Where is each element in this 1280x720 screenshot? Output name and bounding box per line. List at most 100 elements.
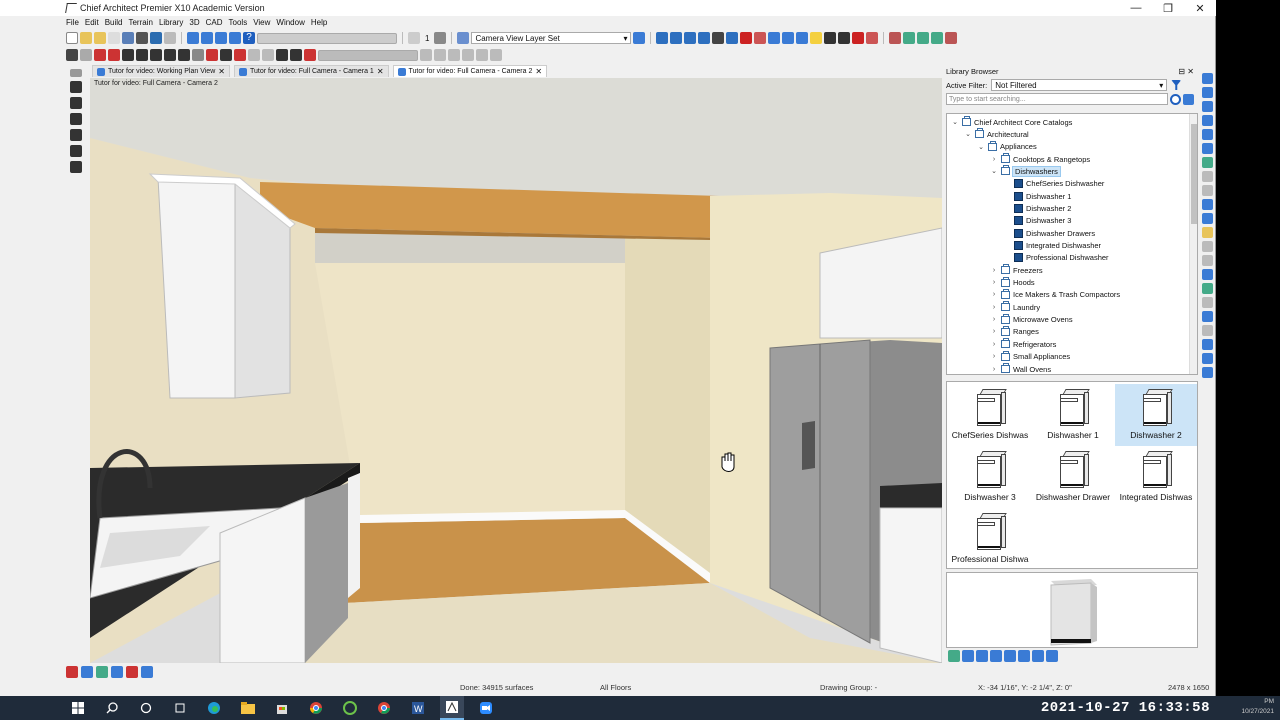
close-file-icon[interactable] <box>108 32 120 44</box>
box-icon[interactable] <box>490 49 502 61</box>
help-icon[interactable]: ? <box>243 32 255 44</box>
paint-icon[interactable] <box>838 32 851 44</box>
open-recent-icon[interactable] <box>94 32 106 44</box>
move-camera-icon[interactable] <box>712 32 725 44</box>
overview-mode-icon[interactable] <box>1201 353 1213 364</box>
library-preview-item[interactable]: Dishwasher 1 <box>1032 384 1114 446</box>
menu-view[interactable]: View <box>253 18 270 27</box>
library-preview-item[interactable]: Dishwasher Drawer <box>1032 446 1114 508</box>
tilt-icon[interactable] <box>1201 157 1213 168</box>
chevron-right-icon[interactable]: › <box>990 267 998 274</box>
app-green-icon[interactable] <box>338 696 362 720</box>
search-icon[interactable] <box>1170 93 1181 105</box>
windows-start-icon[interactable] <box>66 696 90 720</box>
menu-help[interactable]: Help <box>311 18 327 27</box>
tree-item[interactable]: › Microwave Ovens <box>990 313 1073 326</box>
zoom-app-icon[interactable] <box>474 696 498 720</box>
open-object-icon[interactable] <box>976 650 988 662</box>
zoom-box-icon[interactable] <box>1201 101 1213 112</box>
material-painter-icon[interactable] <box>852 32 865 44</box>
reshape-tool-icon[interactable] <box>70 161 82 173</box>
save-icon[interactable] <box>122 32 134 44</box>
menu-cad[interactable]: CAD <box>206 18 223 27</box>
orbit-icon[interactable] <box>1201 143 1213 154</box>
tree-item[interactable]: › Wall Ovens <box>990 363 1051 374</box>
move-tool-icon[interactable] <box>70 113 82 125</box>
zoom-camera-icon[interactable] <box>726 32 739 44</box>
menu-terrain[interactable]: Terrain <box>128 18 152 27</box>
grid-icon[interactable] <box>1201 297 1213 308</box>
cad-line-icon[interactable] <box>290 49 302 61</box>
library-preview-item[interactable]: Integrated Dishwas <box>1115 446 1197 508</box>
tree-item[interactable]: › Cooktops & Rangetops <box>990 153 1090 165</box>
resize-tool-icon[interactable] <box>70 145 82 157</box>
window-tool-icon[interactable] <box>136 49 148 61</box>
elevation-icon[interactable] <box>670 32 683 44</box>
store-icon[interactable] <box>270 696 294 720</box>
overview-icon[interactable] <box>684 32 697 44</box>
chevron-down-icon[interactable]: ⌄ <box>977 143 985 151</box>
window-cascade-icon[interactable] <box>903 32 916 44</box>
layer-icon[interactable] <box>1201 283 1213 294</box>
scrollbar-thumb[interactable] <box>1191 124 1197 224</box>
chevron-right-icon[interactable]: › <box>990 316 998 323</box>
tree-scrollbar[interactable] <box>1189 114 1197 374</box>
tree-item[interactable]: Dishwasher Drawers <box>1003 227 1095 239</box>
menu-library[interactable]: Library <box>159 18 183 27</box>
chrome-alt-icon[interactable] <box>372 696 396 720</box>
redo-icon[interactable] <box>164 32 176 44</box>
snap-icon[interactable] <box>420 49 432 61</box>
view-options-icon[interactable] <box>1032 650 1044 662</box>
chevron-right-icon[interactable]: › <box>990 279 998 286</box>
tree-item[interactable]: › Ranges <box>990 325 1039 338</box>
copy-object-icon[interactable] <box>990 650 1002 662</box>
edge-icon[interactable] <box>202 696 226 720</box>
sun-icon[interactable] <box>1201 227 1213 238</box>
move-up-icon[interactable] <box>1201 171 1213 182</box>
minimize-button[interactable]: — <box>1120 0 1152 16</box>
select-arrow-icon[interactable] <box>66 49 78 61</box>
close-button[interactable]: ✕ <box>1184 0 1216 16</box>
wall-tool-icon[interactable] <box>94 49 106 61</box>
library-settings-icon[interactable] <box>1046 650 1058 662</box>
tree-item[interactable]: Dishwasher 3 <box>1003 215 1071 227</box>
properties-icon[interactable] <box>215 32 227 44</box>
rotate-tool-icon[interactable] <box>70 129 82 141</box>
material-icon[interactable] <box>754 32 767 44</box>
zoom-in-icon[interactable] <box>1201 73 1213 84</box>
display-options-icon[interactable] <box>782 32 795 44</box>
menu-window[interactable]: Window <box>276 18 304 27</box>
walkthrough-icon[interactable] <box>698 32 711 44</box>
room-icon[interactable] <box>108 49 120 61</box>
advanced-search-icon[interactable] <box>1183 93 1194 105</box>
checkbox-icon[interactable] <box>633 32 646 44</box>
tree-item[interactable]: ChefSeries Dishwasher <box>1003 178 1104 190</box>
hvac-icon[interactable] <box>248 49 260 61</box>
new-file-icon[interactable] <box>66 32 78 44</box>
tree-item[interactable]: Integrated Dishwasher <box>1003 240 1101 252</box>
tree-item[interactable]: Professional Dishwasher <box>1003 252 1109 264</box>
print-icon[interactable] <box>136 32 148 44</box>
render-icon[interactable] <box>768 32 781 44</box>
menu-file[interactable]: File <box>66 18 79 27</box>
window-tile-icon[interactable] <box>889 32 902 44</box>
refresh-icon[interactable] <box>948 650 960 662</box>
select-objects-icon[interactable] <box>187 32 199 44</box>
task-view-icon[interactable] <box>168 696 192 720</box>
light-icon[interactable] <box>810 32 823 44</box>
chevron-down-icon[interactable]: ⌄ <box>964 130 972 138</box>
text-icon[interactable] <box>262 49 274 61</box>
down-one-floor-icon[interactable] <box>408 32 420 44</box>
menu-edit[interactable]: Edit <box>85 18 99 27</box>
circle-icon[interactable] <box>476 49 488 61</box>
tree-item[interactable]: ⌄ Dishwashers <box>990 165 1061 177</box>
cabinet-icon[interactable] <box>150 49 162 61</box>
chevron-right-icon[interactable]: › <box>990 366 998 373</box>
fill-window-icon[interactable] <box>1201 115 1213 126</box>
library-preview-item[interactable]: Dishwasher 2 <box>1115 384 1197 446</box>
library-preview-item[interactable]: Professional Dishwa <box>949 508 1031 570</box>
camera-icon[interactable] <box>656 32 669 44</box>
angle-snap-icon[interactable] <box>434 49 446 61</box>
eraser-icon[interactable] <box>866 32 879 44</box>
layer-set-icon[interactable] <box>457 32 470 44</box>
